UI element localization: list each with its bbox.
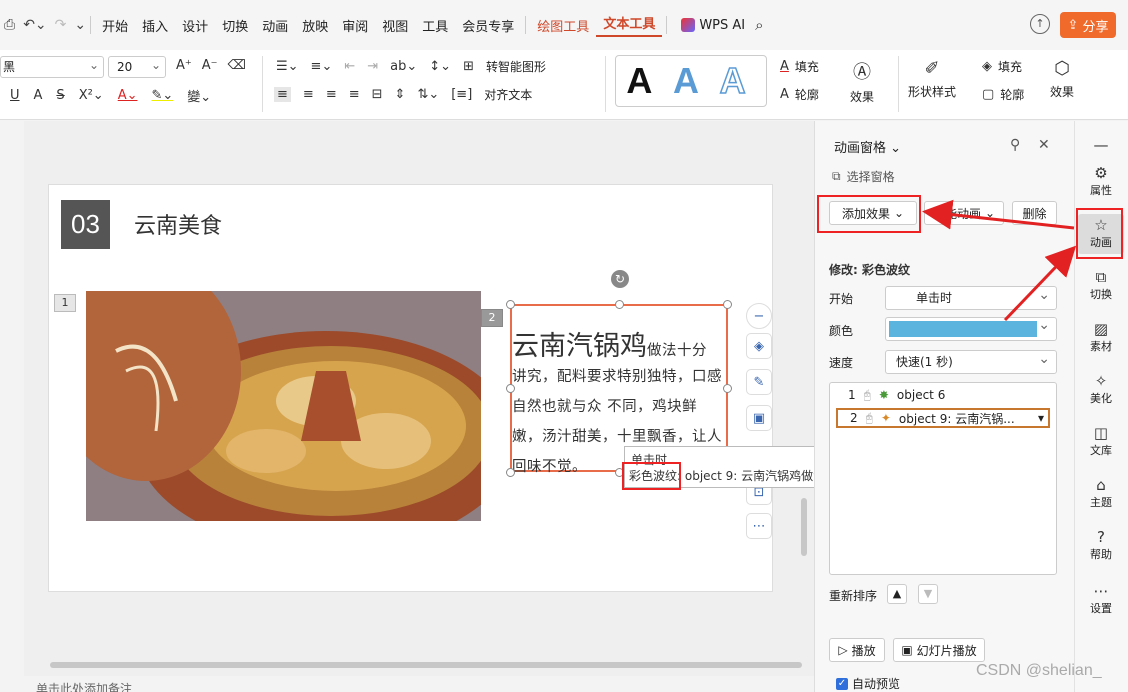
- watermark: CSDN @shelian_: [976, 662, 1102, 679]
- annotation-arrow: [1003, 245, 1077, 322]
- annotation-arrows: [922, 199, 1077, 322]
- annotation-arrow: [922, 199, 1075, 230]
